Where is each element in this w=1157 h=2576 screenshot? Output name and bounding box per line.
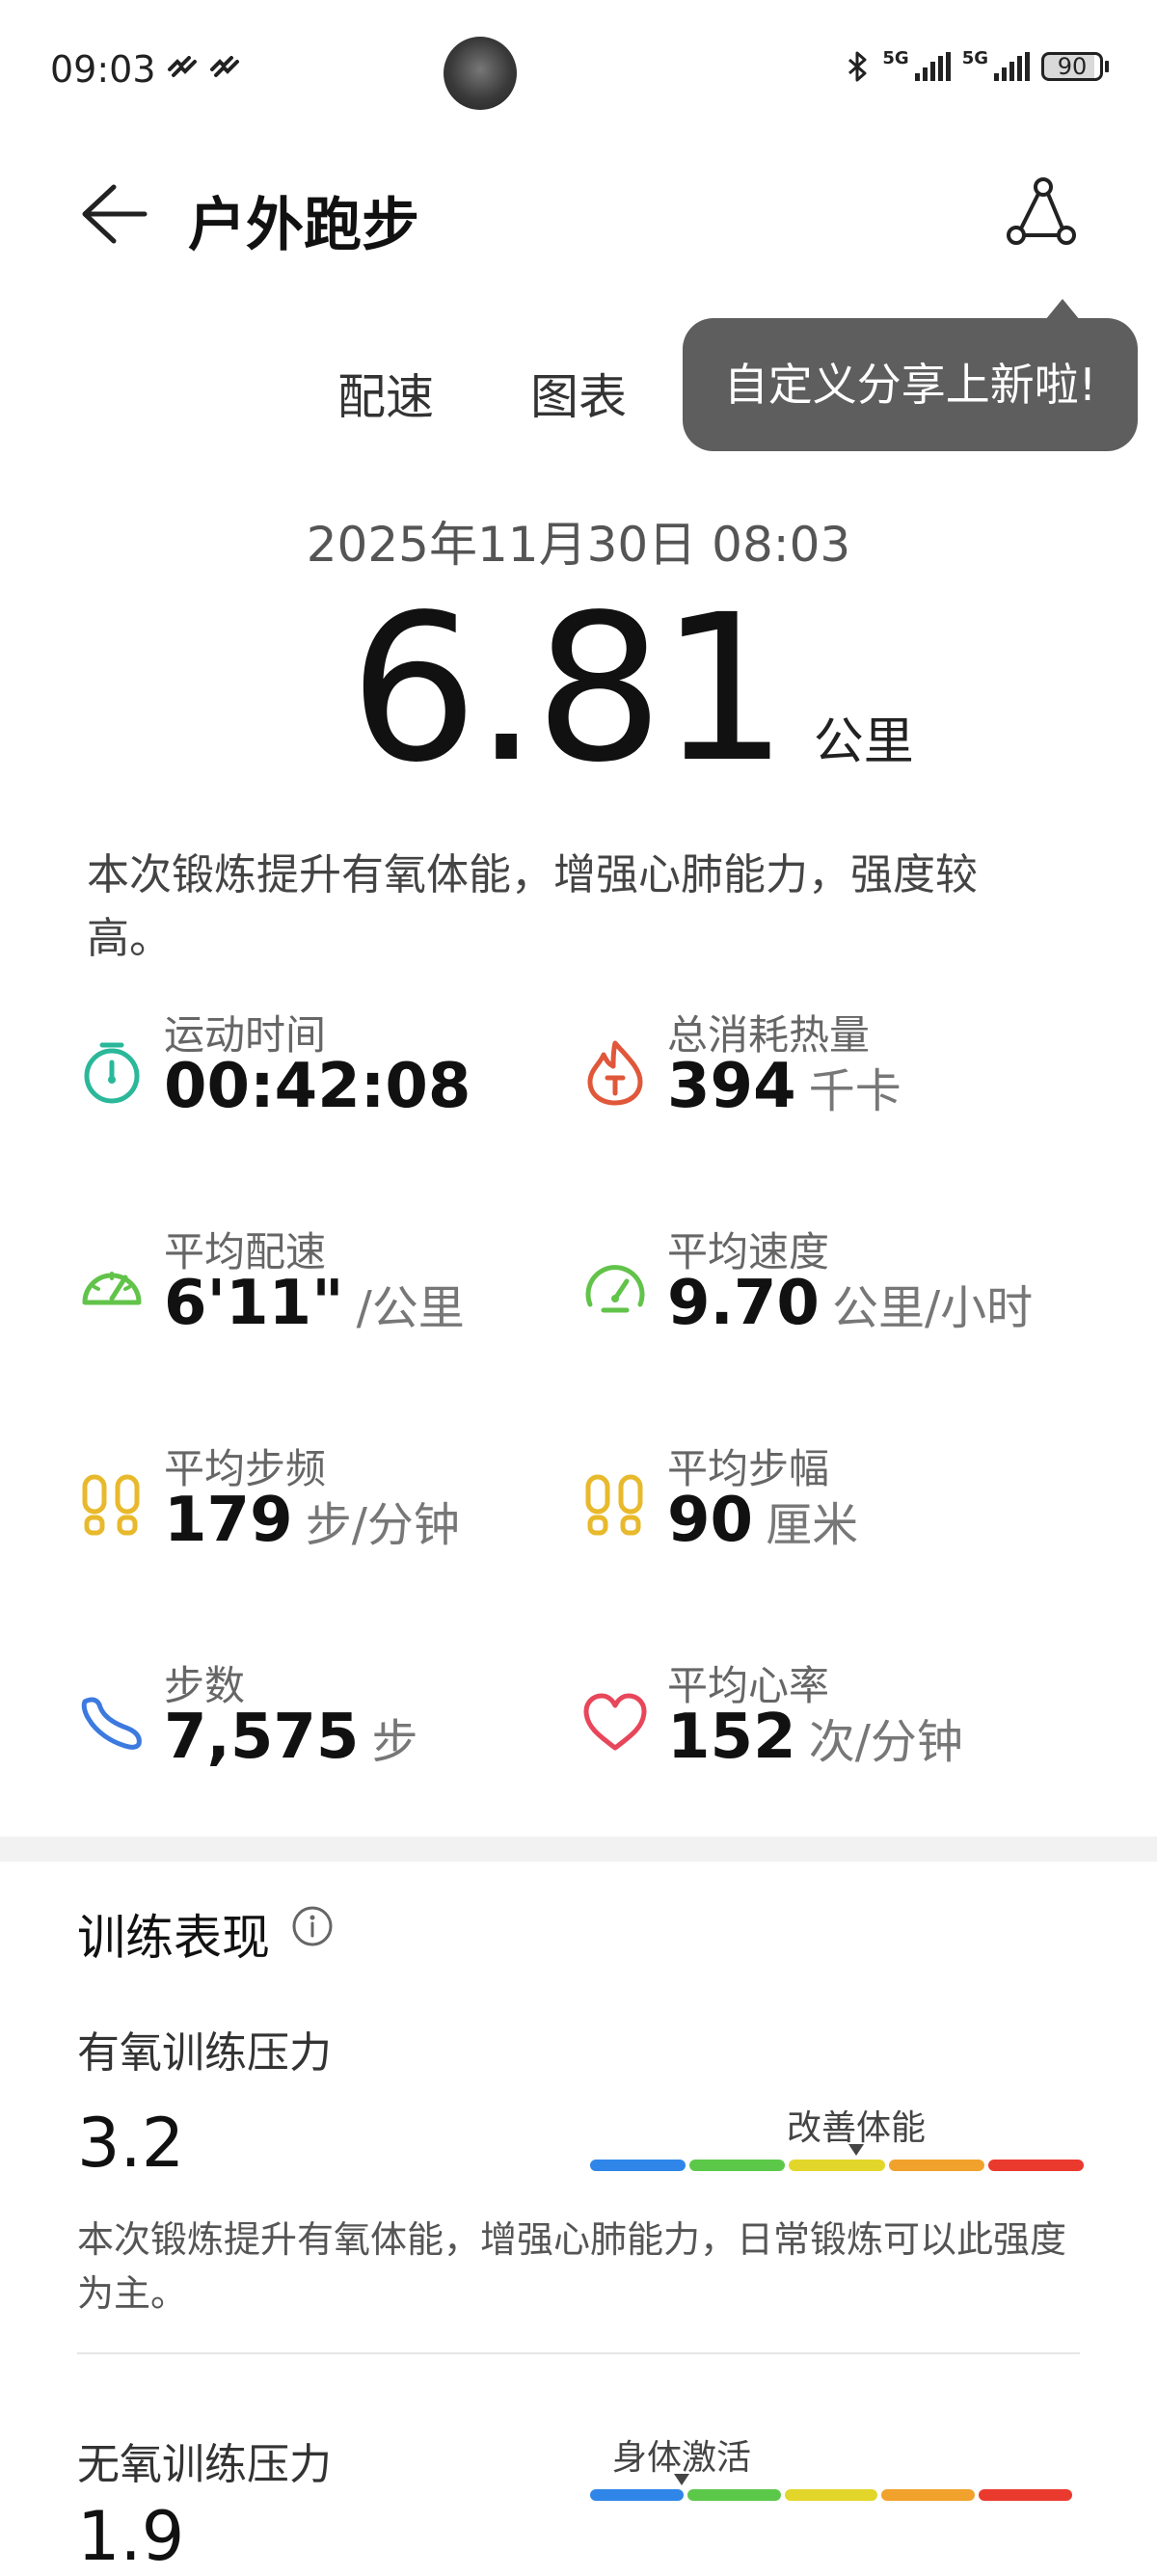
metric-unit: 厘米 xyxy=(766,1498,859,1552)
vibrate-icon xyxy=(210,56,239,77)
avatar[interactable] xyxy=(444,37,517,110)
scale-segment-1 xyxy=(590,2489,684,2501)
metric-unit: 步 xyxy=(371,1715,418,1769)
metric-value: 179 xyxy=(164,1485,293,1556)
distance-value: 6.81 xyxy=(349,571,789,807)
metric-unit: 千卡 xyxy=(808,1064,901,1118)
shoe-icon xyxy=(81,1697,142,1750)
scale-segment-5 xyxy=(987,2160,1085,2171)
metric-value: 6'11" xyxy=(164,1268,344,1339)
page-title: 户外跑步 xyxy=(188,192,419,259)
metric-unit: /公里 xyxy=(356,1281,465,1335)
tab-pace[interactable]: 配速 xyxy=(337,359,434,428)
distance-unit: 公里 xyxy=(813,713,914,771)
anaerobic-scale-bar xyxy=(590,2489,1072,2501)
metric-avg-cadence[interactable]: 平均步频 179 步/分钟 xyxy=(77,1436,578,1571)
aerobic-scale: 改善体能 xyxy=(590,2100,1085,2177)
status-time: 09:03 xyxy=(50,48,156,91)
metric-value: 394 xyxy=(667,1051,796,1122)
anaerobic-scale: 身体激活 xyxy=(590,2429,1072,2507)
anaerobic-label: 无氧训练压力 xyxy=(77,2440,332,2489)
scale-segment-3 xyxy=(789,2160,885,2171)
workout-datetime: 2025年11月30日 08:03 xyxy=(306,517,851,573)
status-icons: 5G 5G 90 xyxy=(846,50,1109,83)
metric-avg-stride[interactable]: 平均步幅 90 厘米 xyxy=(580,1436,1082,1571)
tooltip-arrow xyxy=(1045,299,1080,320)
signal-icon xyxy=(994,52,1030,81)
aerobic-label: 有氧训练压力 xyxy=(77,2028,332,2078)
network-label: 5G xyxy=(882,48,909,68)
metric-unit: 次/分钟 xyxy=(808,1715,963,1769)
section-divider xyxy=(0,1837,1157,1862)
metric-value: 00:42:08 xyxy=(164,1051,471,1122)
flame-icon xyxy=(587,1040,643,1106)
metric-value: 9.70 xyxy=(667,1268,820,1339)
battery-icon: 90 xyxy=(1041,52,1109,81)
speedometer-icon xyxy=(82,1272,142,1305)
metric-value: 7,575 xyxy=(164,1702,360,1773)
back-arrow-icon[interactable] xyxy=(75,175,152,253)
aerobic-scale-bar xyxy=(590,2160,1085,2171)
metric-value: 90 xyxy=(667,1485,754,1556)
section-title: 训练表现 xyxy=(77,1910,270,1966)
aerobic-description: 本次锻炼提升有氧体能，增强心肺能力，日常锻炼可以此强度为主。 xyxy=(77,2218,1067,2315)
metric-unit: 步/分钟 xyxy=(305,1498,460,1552)
metric-duration[interactable]: 运动时间 00:42:08 xyxy=(77,1003,578,1138)
aerobic-level-caption: 改善体能 xyxy=(786,2108,926,2148)
metric-steps[interactable]: 步数 7,575 步 xyxy=(77,1653,578,1788)
scale-segment-1 xyxy=(590,2160,686,2171)
metric-avg-pace[interactable]: 平均配速 6'11" /公里 xyxy=(77,1220,578,1355)
bluetooth-icon xyxy=(848,51,867,82)
aerobic-value: 3.2 xyxy=(77,2104,185,2183)
metric-avg-speed[interactable]: 平均速度 9.70 公里/小时 xyxy=(580,1220,1082,1355)
info-icon[interactable] xyxy=(291,1905,334,1947)
metric-calories[interactable]: 总消耗热量 394 千卡 xyxy=(580,1003,1082,1138)
route-icon[interactable] xyxy=(1003,174,1080,251)
scale-segment-5 xyxy=(979,2489,1072,2501)
footprints-icon xyxy=(585,1474,643,1536)
share-tooltip[interactable]: 自定义分享上新啦! xyxy=(683,318,1138,451)
gauge-icon xyxy=(585,1265,645,1313)
scale-segment-2 xyxy=(686,2489,781,2501)
heart-icon xyxy=(583,1693,647,1751)
anaerobic-level-caption: 身体激活 xyxy=(611,2438,751,2478)
scale-segment-3 xyxy=(784,2489,878,2501)
anaerobic-value: 1.9 xyxy=(77,2497,185,2576)
vibrate-icon xyxy=(168,56,197,77)
scale-segment-4 xyxy=(888,2160,984,2171)
metric-avg-heart-rate[interactable]: 平均心率 152 次/分钟 xyxy=(580,1653,1082,1788)
scale-segment-4 xyxy=(881,2489,976,2501)
distance-display: 6.81 公里 xyxy=(0,588,1157,791)
network-label: 5G xyxy=(961,48,988,68)
tab-charts[interactable]: 图表 xyxy=(530,359,627,428)
scale-segment-2 xyxy=(689,2160,786,2171)
signal-icon xyxy=(914,52,951,81)
footprints-icon xyxy=(82,1474,140,1536)
divider xyxy=(77,2352,1080,2354)
metric-value: 152 xyxy=(667,1702,796,1773)
workout-summary: 本次锻炼提升有氧体能，增强心肺能力，强度较高。 xyxy=(87,850,978,963)
anaerobic-level-marker xyxy=(674,2474,689,2485)
stopwatch-icon xyxy=(84,1042,140,1104)
battery-level: 90 xyxy=(1041,52,1103,81)
aerobic-level-marker xyxy=(848,2144,864,2156)
metric-unit: 公里/小时 xyxy=(832,1281,1034,1335)
